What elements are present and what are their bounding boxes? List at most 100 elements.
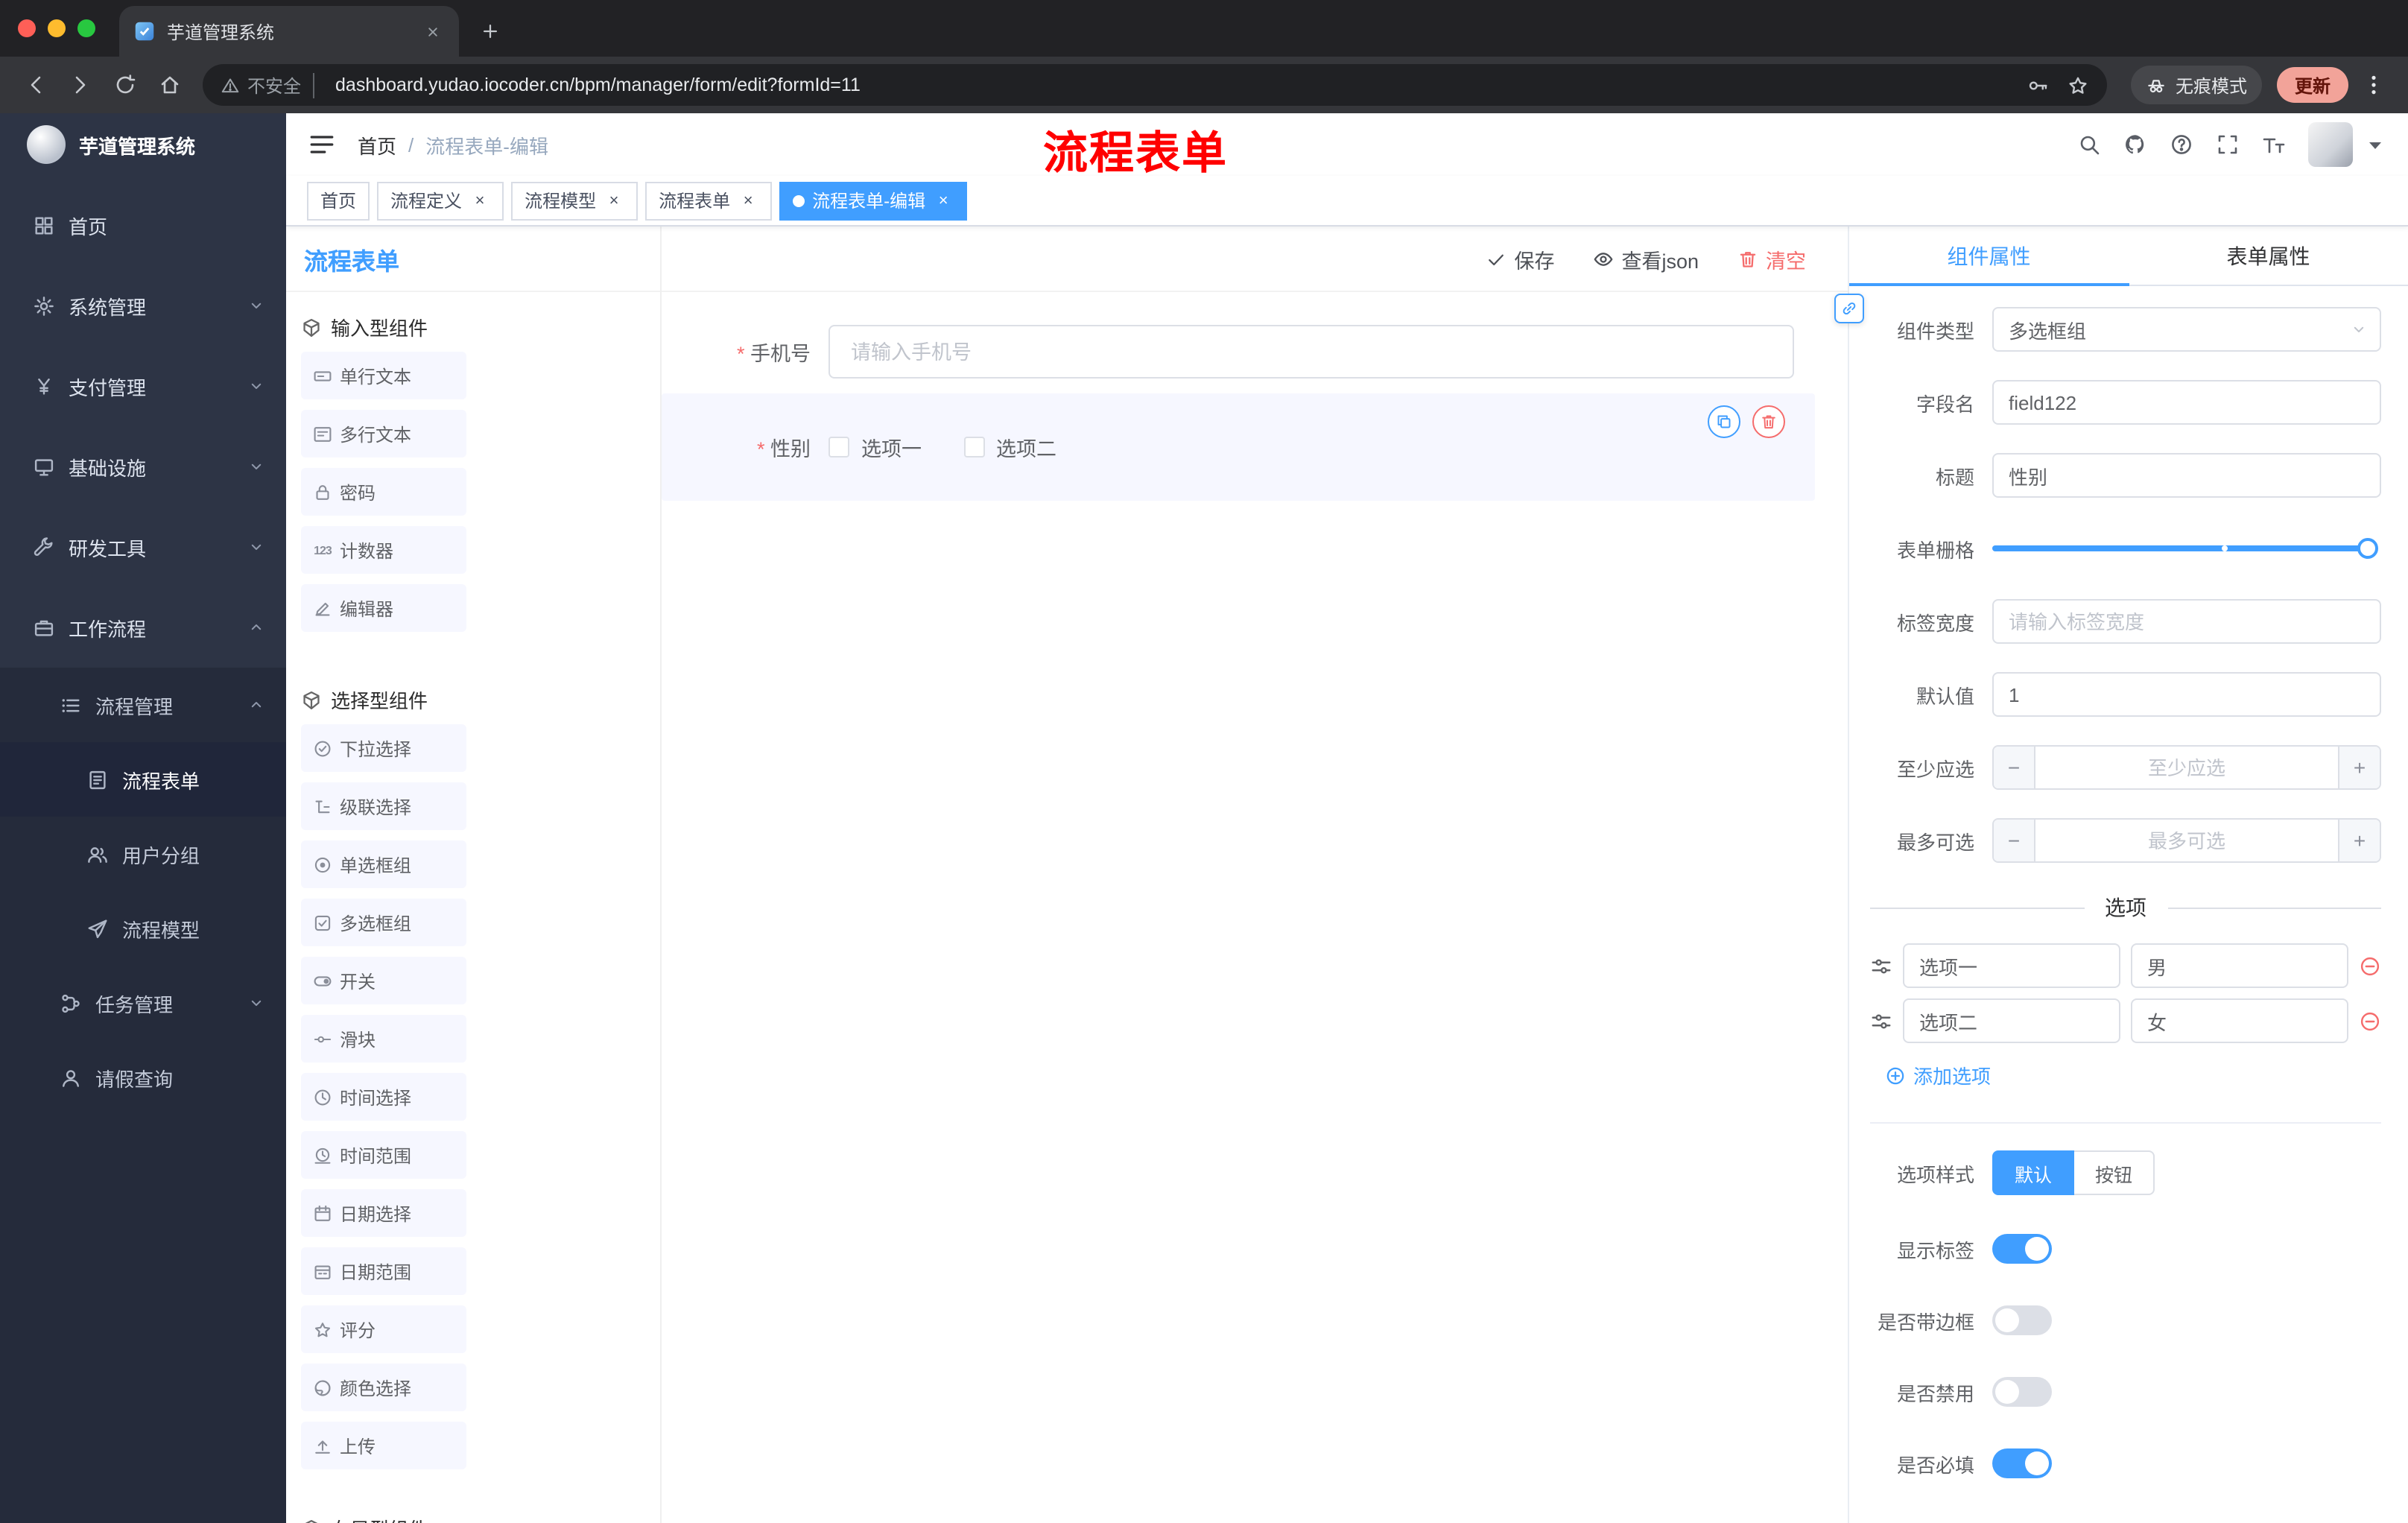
zoom-window-button[interactable]: [77, 19, 95, 37]
browser-home-button[interactable]: [149, 64, 191, 106]
checkbox-option-1[interactable]: 选项一: [828, 432, 922, 462]
component-item[interactable]: 日期范围: [301, 1247, 466, 1295]
fullscreen-icon[interactable]: [2216, 133, 2240, 156]
tag[interactable]: 流程表单 ×: [645, 181, 773, 220]
disabled-switch[interactable]: [1992, 1377, 2052, 1407]
component-type-select[interactable]: 多选框组: [1992, 307, 2381, 352]
tag-close-icon[interactable]: ×: [603, 190, 624, 211]
border-switch[interactable]: [1992, 1305, 2052, 1335]
remove-option-icon[interactable]: [2359, 1010, 2381, 1032]
hamburger-icon[interactable]: [307, 130, 337, 159]
tag[interactable]: 流程定义 ×: [377, 181, 504, 220]
component-item[interactable]: 单行文本: [301, 352, 466, 399]
component-item[interactable]: 多行文本: [301, 410, 466, 457]
option-label-input[interactable]: [1903, 943, 2120, 988]
sidebar-item[interactable]: 流程管理: [0, 668, 286, 742]
sidebar-item[interactable]: 工作流程: [0, 587, 286, 668]
increase-button[interactable]: +: [2338, 747, 2380, 788]
browser-menu-button[interactable]: [2354, 66, 2393, 104]
component-item[interactable]: 123 计数器: [301, 526, 466, 574]
password-key-icon[interactable]: [2027, 74, 2049, 96]
checkbox[interactable]: [828, 437, 849, 457]
security-indicator[interactable]: 不安全: [221, 72, 315, 98]
option-value-input[interactable]: [2131, 998, 2348, 1043]
add-option-button[interactable]: 添加选项: [1885, 1061, 2381, 1089]
url-text[interactable]: dashboard.yudao.iocoder.cn/bpm/manager/f…: [323, 75, 2009, 95]
text-size-icon[interactable]: [2262, 133, 2286, 156]
option-label-input[interactable]: [1903, 998, 2120, 1043]
component-item[interactable]: 级联选择: [301, 782, 466, 830]
component-item[interactable]: 开关: [301, 957, 466, 1004]
sidebar-item[interactable]: 请假查询: [0, 1040, 286, 1115]
component-item[interactable]: 时间选择: [301, 1073, 466, 1121]
bookmark-star-icon[interactable]: [2067, 74, 2089, 96]
style-button-button[interactable]: 按钮: [2074, 1150, 2155, 1195]
decrease-button[interactable]: −: [1994, 747, 2035, 788]
search-icon[interactable]: [2077, 133, 2101, 156]
tag[interactable]: 流程表单-编辑 ×: [779, 181, 968, 220]
minimize-window-button[interactable]: [48, 19, 66, 37]
view-json-button[interactable]: 查看json: [1593, 244, 1699, 273]
sidebar-item[interactable]: 用户分组: [0, 817, 286, 891]
option-drag-icon[interactable]: [1870, 954, 1892, 977]
remove-option-icon[interactable]: [2359, 954, 2381, 977]
tag[interactable]: 首页: [307, 181, 370, 220]
style-default-button[interactable]: 默认: [1992, 1150, 2075, 1195]
required-switch[interactable]: [1992, 1448, 2052, 1478]
component-item[interactable]: 多选框组: [301, 899, 466, 946]
update-button[interactable]: 更新: [2276, 67, 2348, 103]
default-value-input[interactable]: [1992, 672, 2381, 717]
browser-tab[interactable]: 芋道管理系统: [119, 6, 459, 57]
component-item[interactable]: 上传: [301, 1422, 466, 1469]
user-avatar[interactable]: [2308, 122, 2353, 167]
sidebar-item[interactable]: 系统管理: [0, 265, 286, 346]
tag-close-icon[interactable]: ×: [738, 190, 758, 211]
github-icon[interactable]: [2123, 133, 2147, 156]
copy-widget-button[interactable]: [1708, 405, 1740, 438]
breadcrumb-home[interactable]: 首页: [358, 130, 396, 159]
help-icon[interactable]: [2170, 133, 2193, 156]
component-item[interactable]: 编辑器: [301, 584, 466, 632]
component-item[interactable]: 评分: [301, 1305, 466, 1353]
slider-handle[interactable]: [2357, 538, 2378, 559]
phone-input[interactable]: [828, 325, 1794, 379]
close-window-button[interactable]: [18, 19, 36, 37]
component-item[interactable]: 颜色选择: [301, 1364, 466, 1411]
tab-close-button[interactable]: [420, 19, 444, 43]
sidebar-item[interactable]: 支付管理: [0, 346, 286, 426]
delete-widget-button[interactable]: [1752, 405, 1785, 438]
component-item[interactable]: 滑块: [301, 1015, 466, 1063]
show-label-switch[interactable]: [1992, 1234, 2052, 1264]
sidebar-item[interactable]: 基础设施: [0, 426, 286, 507]
checkbox-option-2[interactable]: 选项二: [963, 432, 1056, 462]
gender-field-row[interactable]: 性别 选项一 选项二: [662, 393, 1815, 501]
tab-form-props[interactable]: 表单属性: [2129, 227, 2408, 285]
tag-close-icon[interactable]: ×: [469, 190, 490, 211]
sidebar-item[interactable]: 首页: [0, 185, 286, 265]
component-item[interactable]: 日期选择: [301, 1189, 466, 1237]
title-input[interactable]: [1992, 453, 2381, 498]
link-button[interactable]: [1834, 294, 1864, 323]
component-item[interactable]: 密码: [301, 468, 466, 516]
tag-close-icon[interactable]: ×: [933, 190, 954, 211]
form-grid-slider[interactable]: [1992, 526, 2378, 571]
clear-button[interactable]: 清空: [1737, 244, 1806, 273]
sidebar-item[interactable]: 流程模型: [0, 891, 286, 966]
checkbox[interactable]: [963, 437, 984, 457]
component-item[interactable]: 下拉选择: [301, 724, 466, 772]
address-bar[interactable]: 不安全 dashboard.yudao.iocoder.cn/bpm/manag…: [203, 64, 2107, 106]
tag[interactable]: 流程模型 ×: [511, 181, 639, 220]
min-checked-input[interactable]: [2035, 747, 2338, 788]
increase-button[interactable]: +: [2338, 820, 2380, 861]
option-value-input[interactable]: [2131, 943, 2348, 988]
component-item[interactable]: 时间范围: [301, 1131, 466, 1179]
sidebar-item[interactable]: 任务管理: [0, 966, 286, 1040]
decrease-button[interactable]: −: [1994, 820, 2035, 861]
sidebar-item[interactable]: 流程表单: [0, 742, 286, 817]
option-drag-icon[interactable]: [1870, 1010, 1892, 1032]
forward-button[interactable]: [60, 64, 101, 106]
tab-component-props[interactable]: 组件属性: [1849, 227, 2129, 286]
max-checked-input[interactable]: [2035, 820, 2338, 861]
save-button[interactable]: 保存: [1486, 244, 1554, 273]
new-tab-button[interactable]: [471, 12, 510, 51]
